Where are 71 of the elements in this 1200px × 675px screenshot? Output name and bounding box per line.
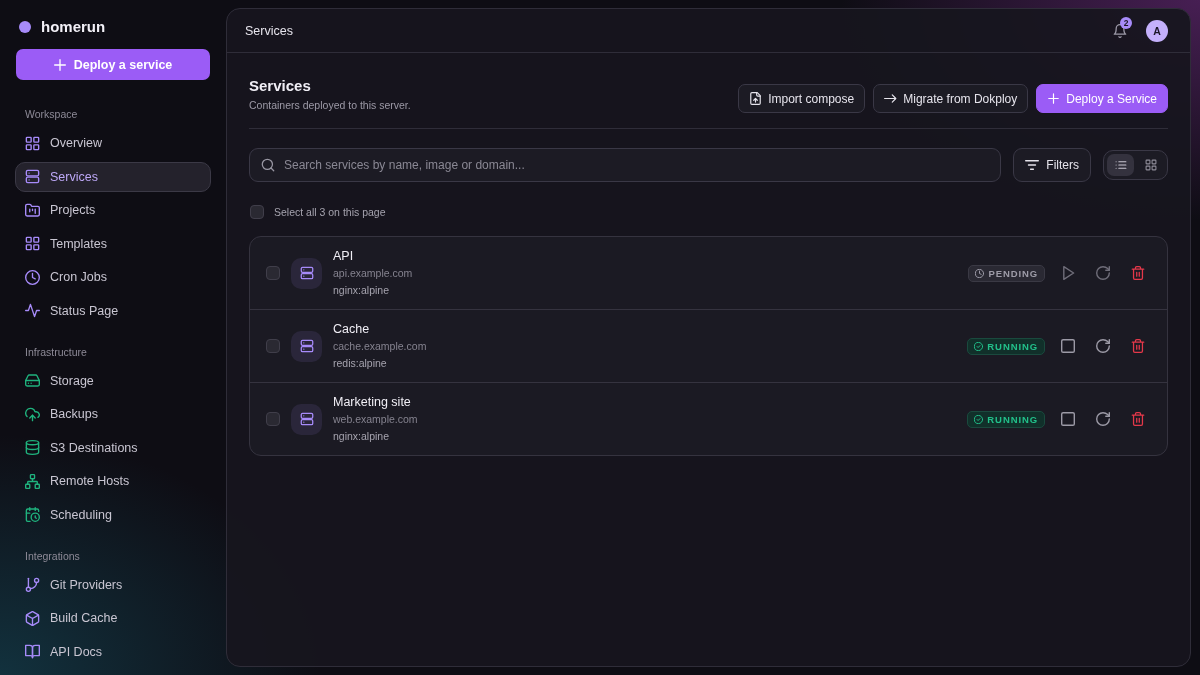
search-icon xyxy=(261,158,275,172)
header-title: Services xyxy=(245,23,293,38)
sidebar-item[interactable]: Cron Jobs xyxy=(15,262,211,292)
restart-icon xyxy=(1096,339,1110,353)
row-checkbox[interactable] xyxy=(266,412,280,426)
sidebar-item[interactable]: API Docs xyxy=(15,636,211,667)
page-title: Services xyxy=(249,77,312,95)
sidebar-item[interactable]: Storage xyxy=(15,365,211,396)
sidebar-item[interactable]: S3 Destinations xyxy=(15,432,211,463)
row-checkbox[interactable] xyxy=(266,266,280,280)
row-checkbox[interactable] xyxy=(266,339,280,353)
deploy-service-button[interactable]: Deploy a service xyxy=(16,49,210,80)
stop-icon xyxy=(1061,412,1075,426)
select-all-label[interactable]: Select all 3 on this page xyxy=(274,206,386,218)
page-subtitle: Containers deployed to this server. xyxy=(249,99,411,112)
sidebar-item[interactable]: Git Providers xyxy=(15,569,211,600)
sidebar-item[interactable]: Status Page xyxy=(15,295,211,326)
sidebar-item[interactable]: Remote Hosts xyxy=(15,466,211,496)
sidebar-item[interactable]: Scheduling xyxy=(15,499,211,530)
check-circle-icon xyxy=(974,414,984,424)
list-icon xyxy=(1114,159,1127,171)
sidebar-item[interactable]: Templates xyxy=(15,228,211,259)
restart-icon xyxy=(1096,412,1110,426)
sidebar-item[interactable]: Services xyxy=(15,161,211,192)
trash-icon xyxy=(1131,266,1145,280)
arrow-right-icon xyxy=(884,92,898,105)
service-image: redis:alpine xyxy=(333,355,388,371)
status-label: RUNNING xyxy=(987,412,1038,427)
sidebar-item[interactable]: Build Cache xyxy=(15,603,211,633)
service-domain: cache.example.com xyxy=(333,338,427,354)
logo-icon xyxy=(19,21,31,33)
trash-icon xyxy=(1131,412,1145,426)
filter-icon xyxy=(1025,158,1040,172)
deploy-service-button[interactable]: Deploy a Service xyxy=(1036,84,1168,113)
status-label: RUNNING xyxy=(987,339,1038,354)
service-domain: web.example.com xyxy=(333,411,418,427)
play-icon xyxy=(1061,266,1075,280)
grid-icon xyxy=(1144,159,1157,171)
list-view-button[interactable] xyxy=(1107,154,1134,176)
filters-button[interactable]: Filters xyxy=(1013,148,1091,182)
status-label: PENDING xyxy=(988,266,1038,281)
avatar[interactable]: A xyxy=(1146,19,1168,42)
section-label: Infrastructure xyxy=(24,344,88,359)
clock-icon xyxy=(975,268,985,278)
server-icon xyxy=(291,330,322,362)
plus-icon xyxy=(1047,92,1061,105)
server-icon xyxy=(291,403,322,435)
server-icon xyxy=(291,257,322,289)
service-name: Cache xyxy=(333,320,371,338)
select-all-checkbox[interactable] xyxy=(250,205,264,219)
section-label: Integrations xyxy=(24,548,81,563)
stop-icon xyxy=(1061,339,1075,353)
search-field[interactable]: Search services by name, image or domain... xyxy=(249,148,1002,182)
service-name: Marketing site xyxy=(333,393,412,411)
file-upload-icon xyxy=(749,92,763,105)
plus-icon xyxy=(53,58,66,71)
sidebar-item[interactable]: Backups xyxy=(15,399,211,429)
service-name: API xyxy=(333,247,355,265)
migrate-button[interactable]: Migrate from Dokploy xyxy=(873,84,1029,113)
import-compose-button[interactable]: Import compose xyxy=(738,84,866,113)
sidebar-item[interactable]: Projects xyxy=(15,195,211,225)
restart-icon xyxy=(1096,266,1110,280)
service-image: nginx:alpine xyxy=(333,428,391,444)
section-label: Workspace xyxy=(24,107,79,121)
brand-name: homerun xyxy=(41,17,106,37)
trash-icon xyxy=(1131,339,1145,353)
service-domain: api.example.com xyxy=(333,265,413,281)
sidebar-item[interactable]: Overview xyxy=(15,128,211,158)
service-image: nginx:alpine xyxy=(333,282,391,298)
notification-badge: 2 xyxy=(1120,16,1132,29)
check-circle-icon xyxy=(974,341,984,351)
